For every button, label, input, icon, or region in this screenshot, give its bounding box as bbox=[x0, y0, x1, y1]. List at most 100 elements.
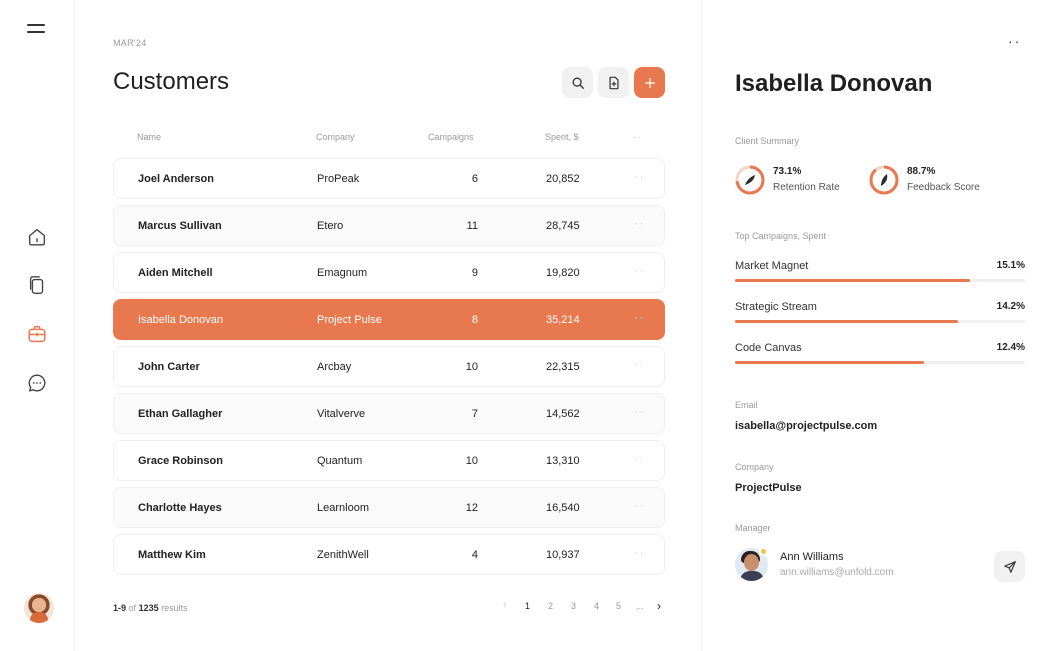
retention-ring-icon bbox=[735, 165, 765, 195]
manager-status-dot bbox=[759, 547, 768, 556]
row-more-icon[interactable]: ·· bbox=[634, 547, 645, 559]
cell-campaigns: 4 bbox=[471, 549, 478, 561]
row-more-icon[interactable]: ·· bbox=[634, 312, 645, 324]
table-row[interactable]: Joel Anderson ProPeak 6 20,852 ·· bbox=[113, 158, 665, 199]
row-more-icon[interactable]: ·· bbox=[634, 453, 645, 465]
page-ellipsis: ... bbox=[636, 601, 644, 611]
next-page-icon[interactable]: › bbox=[657, 599, 661, 613]
cell-name: Grace Robinson bbox=[138, 455, 223, 467]
cell-company: Quantum bbox=[317, 455, 363, 467]
customers-panel: MAR'24 Customers Name Company Campaigns … bbox=[75, 0, 701, 651]
column-header-name[interactable]: Name bbox=[137, 132, 161, 142]
campaign-name: Market Magnet bbox=[735, 260, 809, 272]
send-message-button[interactable] bbox=[994, 551, 1025, 582]
briefcase-icon[interactable] bbox=[26, 323, 48, 345]
client-summary-label: Client Summary bbox=[735, 136, 800, 146]
cell-spent: 35,214 bbox=[546, 314, 580, 326]
page-link[interactable]: 4 bbox=[594, 601, 599, 611]
add-customer-button[interactable] bbox=[634, 67, 665, 98]
export-button[interactable] bbox=[598, 67, 629, 98]
row-more-icon[interactable]: ·· bbox=[634, 171, 645, 183]
page-link[interactable]: 1 bbox=[525, 601, 530, 611]
more-options-icon[interactable]: ·· bbox=[1008, 33, 1021, 49]
cell-name: Joel Anderson bbox=[138, 173, 214, 185]
campaign-percent: 14.2% bbox=[996, 301, 1025, 312]
customer-detail-panel: ·· Isabella Donovan Client Summary 73.1%… bbox=[701, 0, 1056, 651]
send-icon bbox=[1003, 560, 1016, 573]
menu-icon[interactable] bbox=[27, 22, 47, 34]
search-button[interactable] bbox=[562, 67, 593, 98]
cell-company: Etero bbox=[317, 220, 344, 232]
campaign-progress-fill bbox=[735, 320, 959, 323]
campaign-name: Code Canvas bbox=[735, 342, 802, 354]
campaign-progress-fill bbox=[735, 361, 924, 364]
cell-name: Matthew Kim bbox=[138, 549, 206, 561]
cell-campaigns: 9 bbox=[471, 267, 478, 279]
user-avatar[interactable] bbox=[24, 593, 54, 623]
results-count: 1-9 of 1235 results bbox=[113, 603, 188, 613]
campaign-item: Strategic Stream 14.2% bbox=[735, 301, 1025, 327]
row-more-icon[interactable]: ·· bbox=[634, 406, 645, 418]
documents-icon[interactable] bbox=[26, 274, 48, 296]
cell-name: Charlotte Hayes bbox=[138, 502, 222, 514]
campaign-progress-fill bbox=[735, 279, 970, 282]
manager-name: Ann Williams bbox=[780, 551, 844, 563]
column-header-company[interactable]: Company bbox=[316, 132, 355, 142]
table-header: Name Company Campaigns Spent, $ ·· bbox=[113, 132, 665, 146]
client-name: Isabella Donovan bbox=[735, 70, 933, 97]
feedback-ring-icon bbox=[869, 165, 899, 195]
results-range: 1-9 bbox=[113, 603, 127, 613]
table-row[interactable]: John Carter Arcbay 10 22,315 ·· bbox=[113, 346, 665, 387]
retention-value: 73.1% bbox=[773, 166, 802, 177]
row-more-icon[interactable]: ·· bbox=[634, 500, 645, 512]
cell-campaigns: 8 bbox=[471, 314, 478, 326]
cell-spent: 14,562 bbox=[546, 408, 580, 420]
cell-spent: 19,820 bbox=[546, 267, 580, 279]
campaign-progress-track bbox=[735, 320, 1025, 323]
campaign-progress-track bbox=[735, 279, 1025, 282]
results-of: of bbox=[128, 603, 137, 613]
campaign-item: Code Canvas 12.4% bbox=[735, 342, 1025, 368]
results-suffix: results bbox=[161, 603, 188, 613]
prev-page-icon[interactable]: ‹ bbox=[503, 599, 507, 611]
cell-spent: 20,852 bbox=[546, 173, 580, 185]
chat-icon[interactable] bbox=[26, 372, 48, 394]
cell-name: Ethan Gallagher bbox=[138, 408, 223, 420]
document-icon bbox=[608, 76, 619, 89]
retention-label: Retention Rate bbox=[773, 182, 840, 193]
cell-name: Aiden Mitchell bbox=[138, 267, 213, 279]
table-row[interactable]: Grace Robinson Quantum 10 13,310 ·· bbox=[113, 440, 665, 481]
search-icon bbox=[572, 77, 584, 89]
cell-campaigns: 10 bbox=[465, 455, 478, 467]
sidebar bbox=[0, 0, 75, 651]
table-row[interactable]: Charlotte Hayes Learnloom 12 16,540 ·· bbox=[113, 487, 665, 528]
table-row[interactable]: Marcus Sullivan Etero 11 28,745 ·· bbox=[113, 205, 665, 246]
plus-icon bbox=[644, 77, 655, 88]
column-header-campaigns[interactable]: Campaigns bbox=[428, 132, 474, 142]
row-more-icon[interactable]: ·· bbox=[634, 359, 645, 371]
table-row[interactable]: Aiden Mitchell Emagnum 9 19,820 ·· bbox=[113, 252, 665, 293]
cell-spent: 16,540 bbox=[546, 502, 580, 514]
cell-spent: 10,937 bbox=[546, 549, 580, 561]
campaign-percent: 15.1% bbox=[996, 260, 1025, 271]
cell-company: Vitalverve bbox=[317, 408, 366, 420]
email-value[interactable]: isabella@projectpulse.com bbox=[735, 420, 877, 432]
results-total: 1235 bbox=[138, 603, 159, 613]
row-more-icon[interactable]: ·· bbox=[634, 265, 645, 277]
table-row-selected[interactable]: Isabella Donovan Project Pulse 8 35,214 … bbox=[113, 299, 665, 340]
date-label: MAR'24 bbox=[113, 38, 147, 48]
cell-spent: 13,310 bbox=[546, 455, 580, 467]
table-row[interactable]: Matthew Kim ZenithWell 4 10,937 ·· bbox=[113, 534, 665, 575]
campaign-percent: 12.4% bbox=[996, 342, 1025, 353]
home-icon[interactable] bbox=[26, 226, 48, 248]
column-header-spent[interactable]: Spent, $ bbox=[545, 132, 579, 142]
cell-campaigns: 11 bbox=[466, 220, 478, 232]
manager-email: ann.williams@unfold.com bbox=[780, 567, 894, 578]
page-link[interactable]: 5 bbox=[616, 601, 621, 611]
table-row[interactable]: Ethan Gallagher Vitalverve 7 14,562 ·· bbox=[113, 393, 665, 434]
page-title: Customers bbox=[113, 68, 230, 95]
page-link[interactable]: 2 bbox=[548, 601, 553, 611]
row-more-icon[interactable]: ·· bbox=[634, 218, 645, 230]
email-label: Email bbox=[735, 400, 758, 410]
page-link[interactable]: 3 bbox=[571, 601, 576, 611]
